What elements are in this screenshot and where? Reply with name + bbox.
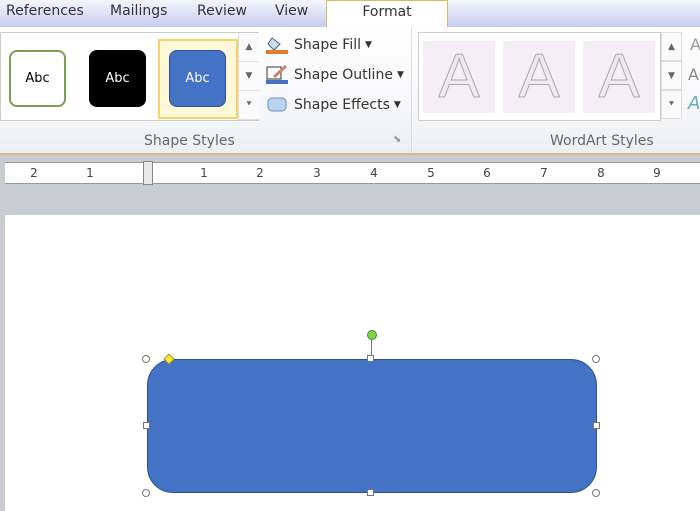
shape-outline-button[interactable]: Shape Outline ▼ — [266, 65, 404, 85]
ruler-number: 1 — [86, 166, 94, 180]
ruler-number: 7 — [540, 166, 548, 180]
resize-handle-nw[interactable] — [142, 355, 150, 363]
resize-handle-w[interactable] — [143, 422, 150, 429]
text-fill-icon[interactable]: A — [690, 35, 700, 54]
gallery-scroll-down[interactable]: ▼ — [238, 62, 259, 91]
resize-handle-s[interactable] — [367, 489, 374, 496]
rounded-rectangle-shape[interactable] — [147, 359, 597, 493]
ruler-number: 8 — [597, 166, 605, 180]
indent-marker[interactable] — [143, 161, 153, 185]
shape-effects-icon — [267, 97, 287, 112]
gallery-more[interactable]: ⯆ — [238, 91, 259, 120]
shape-fill-label: Shape Fill — [294, 37, 361, 53]
shape-fill-button[interactable]: Shape Fill ▼ — [266, 35, 372, 55]
resize-handle-sw[interactable] — [142, 489, 150, 497]
wordart-style-1[interactable]: A — [423, 41, 495, 113]
shape-effects-label: Shape Effects — [294, 97, 390, 113]
rotation-handle[interactable] — [367, 330, 377, 340]
wordart-more[interactable]: ⯆ — [661, 90, 682, 119]
group-divider — [411, 27, 412, 153]
resize-handle-ne[interactable] — [592, 355, 600, 363]
style-swatch-blue[interactable]: Abc — [169, 50, 226, 107]
text-outline-icon[interactable]: A — [688, 65, 699, 84]
wordart-scroll-up[interactable]: ▲ — [661, 32, 682, 61]
shape-styles-gallery: Abc Abc Abc ▲ ▼ ⯆ — [0, 32, 259, 121]
shape-effects-button[interactable]: Shape Effects ▼ — [266, 95, 401, 115]
ruler-number: 1 — [200, 166, 208, 180]
ruler-number: 2 — [256, 166, 264, 180]
tab-mailings[interactable]: Mailings — [110, 3, 167, 19]
wordart-style-3[interactable]: A — [583, 41, 655, 113]
resize-handle-n[interactable] — [367, 355, 374, 362]
resize-handle-se[interactable] — [592, 489, 600, 497]
ruler-number: 9 — [653, 166, 661, 180]
tab-references[interactable]: References — [6, 3, 84, 19]
style-swatch-black[interactable]: Abc — [89, 50, 146, 107]
wordart-group-label: WordArt Styles — [550, 133, 654, 149]
gallery-scroll-up[interactable]: ▲ — [238, 33, 259, 62]
paint-bucket-icon — [266, 37, 288, 54]
shape-outline-label: Shape Outline — [294, 67, 393, 83]
tab-format[interactable]: Format — [326, 0, 448, 29]
ruler-number: 4 — [370, 166, 378, 180]
tab-review[interactable]: Review — [197, 3, 247, 19]
shape-styles-group-label: Shape Styles — [144, 133, 235, 149]
resize-handle-e[interactable] — [593, 422, 600, 429]
ruler-number: 2 — [30, 166, 38, 180]
pencil-outline-icon — [266, 65, 288, 84]
dialog-launcher-icon[interactable]: ⬊ — [393, 134, 401, 145]
horizontal-ruler[interactable]: 2 1 1 2 3 4 5 6 7 8 9 — [5, 161, 700, 185]
ribbon: Abc Abc Abc ▲ ▼ ⯆ Shape Fill ▼ Shape Outl… — [0, 27, 700, 155]
wordart-gallery: A A A — [418, 32, 661, 121]
ruler-number: 6 — [483, 166, 491, 180]
style-swatch-outline[interactable]: Abc — [9, 50, 66, 107]
tab-view[interactable]: View — [275, 3, 308, 19]
wordart-scroll-down[interactable]: ▼ — [661, 61, 682, 90]
wordart-style-2[interactable]: A — [503, 41, 575, 113]
ruler-number: 3 — [313, 166, 321, 180]
ruler-number: 5 — [427, 166, 435, 180]
text-effects-icon[interactable]: A — [688, 93, 700, 114]
